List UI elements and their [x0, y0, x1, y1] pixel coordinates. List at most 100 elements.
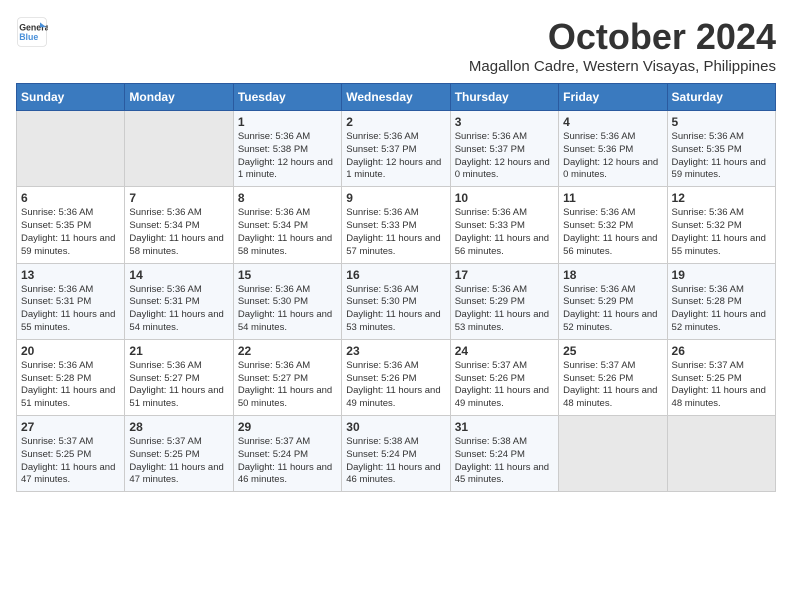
- day-info: Sunrise: 5:37 AMSunset: 5:25 PMDaylight:…: [21, 436, 120, 487]
- calendar-cell: 19Sunrise: 5:36 AMSunset: 5:28 PMDayligh…: [667, 263, 775, 339]
- day-number: 25: [563, 344, 662, 358]
- calendar-cell: 25 Sunrise: 5:37 AMSunset: 5:26 PMDayligh…: [559, 339, 667, 415]
- calendar-row: 20 Sunrise: 5:36 AMSunset: 5:28 PMDayligh…: [17, 339, 776, 415]
- calendar-cell: 18 Sunrise: 5:36 AMSunset: 5:29 PMDayligh…: [559, 263, 667, 339]
- day-number: 11: [563, 191, 662, 205]
- day-info: Sunrise: 5:36 AMSunset: 5:27 PMDaylight:…: [129, 360, 228, 411]
- day-info: Sunrise: 5:36 AMSunset: 5:31 PMDaylight:…: [21, 284, 120, 335]
- day-number: 8: [238, 191, 337, 205]
- day-number: 21: [129, 344, 228, 358]
- calendar-cell: 10Sunrise: 5:36 AMSunset: 5:33 PMDayligh…: [450, 187, 558, 263]
- calendar-cell: 15Sunrise: 5:36 AMSunset: 5:30 PMDayligh…: [233, 263, 341, 339]
- day-number: 27: [21, 420, 120, 434]
- calendar-cell: 7 Sunrise: 5:36 AMSunset: 5:34 PMDaylight…: [125, 187, 233, 263]
- page-header: General Blue October 2024 Magallon Cadre…: [16, 16, 776, 75]
- title-block: October 2024 Magallon Cadre, Western Vis…: [469, 16, 776, 75]
- svg-text:General: General: [19, 22, 48, 32]
- day-info: Sunrise: 5:38 AMSunset: 5:24 PMDaylight:…: [455, 436, 554, 487]
- day-info: Sunrise: 5:37 AMSunset: 5:26 PMDaylight:…: [455, 360, 554, 411]
- svg-text:Blue: Blue: [19, 32, 38, 42]
- calendar-cell: 8 Sunrise: 5:36 AMSunset: 5:34 PMDaylight…: [233, 187, 341, 263]
- calendar-cell: 11 Sunrise: 5:36 AMSunset: 5:32 PMDayligh…: [559, 187, 667, 263]
- day-info: Sunrise: 5:36 AMSunset: 5:34 PMDaylight:…: [238, 207, 337, 258]
- day-info: Sunrise: 5:38 AMSunset: 5:24 PMDaylight:…: [346, 436, 445, 487]
- day-number: 13: [21, 268, 120, 282]
- calendar-row: 27 Sunrise: 5:37 AMSunset: 5:25 PMDayligh…: [17, 416, 776, 492]
- calendar-cell: 20 Sunrise: 5:36 AMSunset: 5:28 PMDayligh…: [17, 339, 125, 415]
- day-number: 23: [346, 344, 445, 358]
- day-info: Sunrise: 5:36 AMSunset: 5:37 PMDaylight:…: [346, 131, 445, 182]
- day-number: 5: [672, 115, 771, 129]
- day-number: 17: [455, 268, 554, 282]
- calendar-cell: [125, 111, 233, 187]
- calendar-cell: 27 Sunrise: 5:37 AMSunset: 5:25 PMDayligh…: [17, 416, 125, 492]
- day-info: Sunrise: 5:37 AMSunset: 5:26 PMDaylight:…: [563, 360, 662, 411]
- header-cell-friday: Friday: [559, 84, 667, 111]
- day-info: Sunrise: 5:36 AMSunset: 5:28 PMDaylight:…: [21, 360, 120, 411]
- calendar-cell: [559, 416, 667, 492]
- calendar-cell: 26Sunrise: 5:37 AMSunset: 5:25 PMDayligh…: [667, 339, 775, 415]
- day-number: 12: [672, 191, 771, 205]
- calendar-body: 1Sunrise: 5:36 AMSunset: 5:38 PMDaylight…: [17, 111, 776, 492]
- header-cell-monday: Monday: [125, 84, 233, 111]
- day-number: 4: [563, 115, 662, 129]
- calendar-row: 6Sunrise: 5:36 AMSunset: 5:35 PMDaylight…: [17, 187, 776, 263]
- day-number: 20: [21, 344, 120, 358]
- calendar-cell: 16Sunrise: 5:36 AMSunset: 5:30 PMDayligh…: [342, 263, 450, 339]
- calendar-cell: 6Sunrise: 5:36 AMSunset: 5:35 PMDaylight…: [17, 187, 125, 263]
- calendar-cell: [667, 416, 775, 492]
- day-number: 18: [563, 268, 662, 282]
- calendar-cell: 30 Sunrise: 5:38 AMSunset: 5:24 PMDayligh…: [342, 416, 450, 492]
- calendar-cell: 31 Sunrise: 5:38 AMSunset: 5:24 PMDayligh…: [450, 416, 558, 492]
- day-number: 28: [129, 420, 228, 434]
- day-number: 1: [238, 115, 337, 129]
- calendar-cell: 21 Sunrise: 5:36 AMSunset: 5:27 PMDayligh…: [125, 339, 233, 415]
- day-number: 22: [238, 344, 337, 358]
- day-info: Sunrise: 5:36 AMSunset: 5:30 PMDaylight:…: [238, 284, 337, 335]
- logo: General Blue: [16, 16, 48, 48]
- month-title: October 2024: [469, 16, 776, 58]
- calendar-cell: 22 Sunrise: 5:36 AMSunset: 5:27 PMDayligh…: [233, 339, 341, 415]
- day-info: Sunrise: 5:36 AMSunset: 5:32 PMDaylight:…: [563, 207, 662, 258]
- day-number: 7: [129, 191, 228, 205]
- day-info: Sunrise: 5:36 AMSunset: 5:28 PMDaylight:…: [672, 284, 771, 335]
- day-info: Sunrise: 5:36 AMSunset: 5:27 PMDaylight:…: [238, 360, 337, 411]
- day-info: Sunrise: 5:37 AMSunset: 5:24 PMDaylight:…: [238, 436, 337, 487]
- day-number: 16: [346, 268, 445, 282]
- day-info: Sunrise: 5:36 AMSunset: 5:26 PMDaylight:…: [346, 360, 445, 411]
- day-number: 26: [672, 344, 771, 358]
- calendar-cell: 3Sunrise: 5:36 AMSunset: 5:37 PMDaylight…: [450, 111, 558, 187]
- calendar-cell: 17Sunrise: 5:36 AMSunset: 5:29 PMDayligh…: [450, 263, 558, 339]
- day-info: Sunrise: 5:36 AMSunset: 5:36 PMDaylight:…: [563, 131, 662, 182]
- logo-icon: General Blue: [16, 16, 48, 48]
- header-cell-sunday: Sunday: [17, 84, 125, 111]
- calendar-cell: 12Sunrise: 5:36 AMSunset: 5:32 PMDayligh…: [667, 187, 775, 263]
- day-number: 30: [346, 420, 445, 434]
- calendar-cell: 13 Sunrise: 5:36 AMSunset: 5:31 PMDayligh…: [17, 263, 125, 339]
- calendar-cell: 5Sunrise: 5:36 AMSunset: 5:35 PMDaylight…: [667, 111, 775, 187]
- calendar-row: 13 Sunrise: 5:36 AMSunset: 5:31 PMDayligh…: [17, 263, 776, 339]
- location-title: Magallon Cadre, Western Visayas, Philipp…: [469, 58, 776, 75]
- header-cell-thursday: Thursday: [450, 84, 558, 111]
- day-info: Sunrise: 5:36 AMSunset: 5:35 PMDaylight:…: [21, 207, 120, 258]
- day-info: Sunrise: 5:36 AMSunset: 5:34 PMDaylight:…: [129, 207, 228, 258]
- day-number: 24: [455, 344, 554, 358]
- day-info: Sunrise: 5:36 AMSunset: 5:31 PMDaylight:…: [129, 284, 228, 335]
- header-cell-wednesday: Wednesday: [342, 84, 450, 111]
- calendar-cell: 1Sunrise: 5:36 AMSunset: 5:38 PMDaylight…: [233, 111, 341, 187]
- day-info: Sunrise: 5:36 AMSunset: 5:29 PMDaylight:…: [563, 284, 662, 335]
- day-number: 29: [238, 420, 337, 434]
- calendar-table: SundayMondayTuesdayWednesdayThursdayFrid…: [16, 83, 776, 492]
- calendar-cell: 4 Sunrise: 5:36 AMSunset: 5:36 PMDaylight…: [559, 111, 667, 187]
- header-row: SundayMondayTuesdayWednesdayThursdayFrid…: [17, 84, 776, 111]
- day-number: 2: [346, 115, 445, 129]
- day-info: Sunrise: 5:36 AMSunset: 5:37 PMDaylight:…: [455, 131, 554, 182]
- day-number: 9: [346, 191, 445, 205]
- day-info: Sunrise: 5:37 AMSunset: 5:25 PMDaylight:…: [129, 436, 228, 487]
- calendar-cell: 28 Sunrise: 5:37 AMSunset: 5:25 PMDayligh…: [125, 416, 233, 492]
- calendar-row: 1Sunrise: 5:36 AMSunset: 5:38 PMDaylight…: [17, 111, 776, 187]
- calendar-cell: [17, 111, 125, 187]
- calendar-cell: 9 Sunrise: 5:36 AMSunset: 5:33 PMDaylight…: [342, 187, 450, 263]
- day-number: 31: [455, 420, 554, 434]
- day-info: Sunrise: 5:36 AMSunset: 5:33 PMDaylight:…: [346, 207, 445, 258]
